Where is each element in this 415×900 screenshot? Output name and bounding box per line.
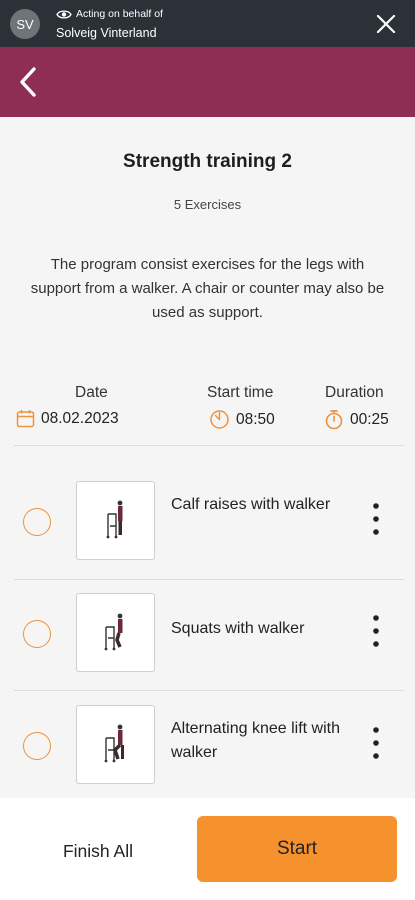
start-button[interactable]: Start xyxy=(197,816,397,882)
exercise-row[interactable]: Alternating knee lift with walker xyxy=(0,691,415,795)
exercise-row[interactable]: Calf raises with walker xyxy=(0,467,415,571)
exercise-name: Calf raises with walker xyxy=(171,496,331,513)
exercise-row[interactable]: Squats with walker xyxy=(0,579,415,683)
duration-label: Duration xyxy=(325,384,384,401)
acting-on-behalf-bar: SV Acting on behalf of Solveig Vinterlan… xyxy=(0,0,415,47)
exercise-name: Alternating knee lift with walker xyxy=(171,720,340,761)
start-time-text: 08:50 xyxy=(236,410,275,428)
divider xyxy=(14,445,404,446)
exercise-thumbnail xyxy=(76,593,155,672)
acting-label-text: Acting on behalf of xyxy=(76,8,163,20)
person-with-walker-icon xyxy=(104,613,123,651)
calendar-icon xyxy=(16,410,35,428)
acting-name: Solveig Vinterland xyxy=(56,26,157,40)
person-with-walker-icon xyxy=(104,724,124,763)
acting-on-behalf-label: Acting on behalf of xyxy=(56,8,163,20)
exercise-count: 5 Exercises xyxy=(173,197,242,212)
program-details: Strength training 2 5 Exercises The prog… xyxy=(0,117,415,798)
exercise-thumbnail xyxy=(76,481,155,560)
start-time-label: Start time xyxy=(207,384,274,401)
program-description: The program consist exercises for the le… xyxy=(30,256,385,321)
navigation-bar xyxy=(0,47,415,117)
chevron-left-icon[interactable] xyxy=(14,64,44,100)
action-footer: Finish All Start xyxy=(0,798,415,900)
date-value: 08.02.2023 xyxy=(16,409,119,428)
exercise-complete-checkbox[interactable] xyxy=(23,508,51,536)
more-vertical-icon[interactable] xyxy=(366,501,386,537)
page-title: Strength training 2 xyxy=(123,151,292,172)
eye-icon xyxy=(56,9,72,19)
exercise-complete-checkbox[interactable] xyxy=(23,620,51,648)
finish-all-button[interactable]: Finish All xyxy=(30,832,166,870)
stopwatch-icon xyxy=(325,410,343,430)
more-vertical-icon[interactable] xyxy=(366,613,386,649)
duration-value: 00:25 xyxy=(324,409,389,430)
start-time-value: 08:50 xyxy=(209,409,275,430)
close-icon[interactable] xyxy=(375,13,397,35)
duration-text: 00:25 xyxy=(350,410,389,428)
date-text: 08.02.2023 xyxy=(41,409,119,427)
person-with-walker-icon xyxy=(106,500,123,539)
clock-icon xyxy=(210,410,229,429)
date-label: Date xyxy=(75,384,108,401)
more-vertical-icon[interactable] xyxy=(366,725,386,761)
exercise-name: Squats with walker xyxy=(171,620,305,637)
avatar[interactable]: SV xyxy=(10,9,40,39)
exercise-thumbnail xyxy=(76,705,155,784)
exercise-complete-checkbox[interactable] xyxy=(23,732,51,760)
